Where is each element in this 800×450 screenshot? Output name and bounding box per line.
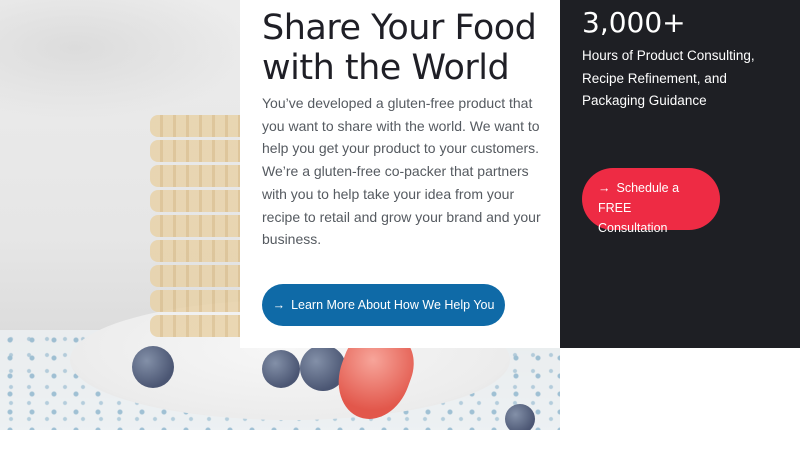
learn-more-button[interactable]: → Learn More About How We Help You <box>262 284 505 326</box>
stat-description: Hours of Product Consulting, Recipe Refi… <box>582 48 755 108</box>
arrow-right-icon: → <box>272 298 286 312</box>
image-shade <box>0 0 250 120</box>
schedule-consultation-button[interactable]: → Schedule a FREE Consultation <box>582 168 720 235</box>
arrow-right-icon: → <box>598 181 611 195</box>
stats-panel: 3,000+ Hours of Product Consulting, Reci… <box>560 0 800 348</box>
blueberry <box>132 346 174 388</box>
blueberry <box>262 350 300 388</box>
intro-card: Share Your Food with the World You’ve de… <box>240 0 560 348</box>
blueberry <box>505 404 535 430</box>
learn-more-label: Learn More About How We Help You <box>291 298 495 312</box>
page-title: Share Your Food with the World <box>262 8 537 88</box>
stat-value: 3,000+ <box>582 6 686 39</box>
section-divider <box>0 430 800 450</box>
consult-label-line2: Consultation <box>598 221 668 235</box>
intro-paragraph: You’ve developed a gluten-free product t… <box>262 95 541 248</box>
